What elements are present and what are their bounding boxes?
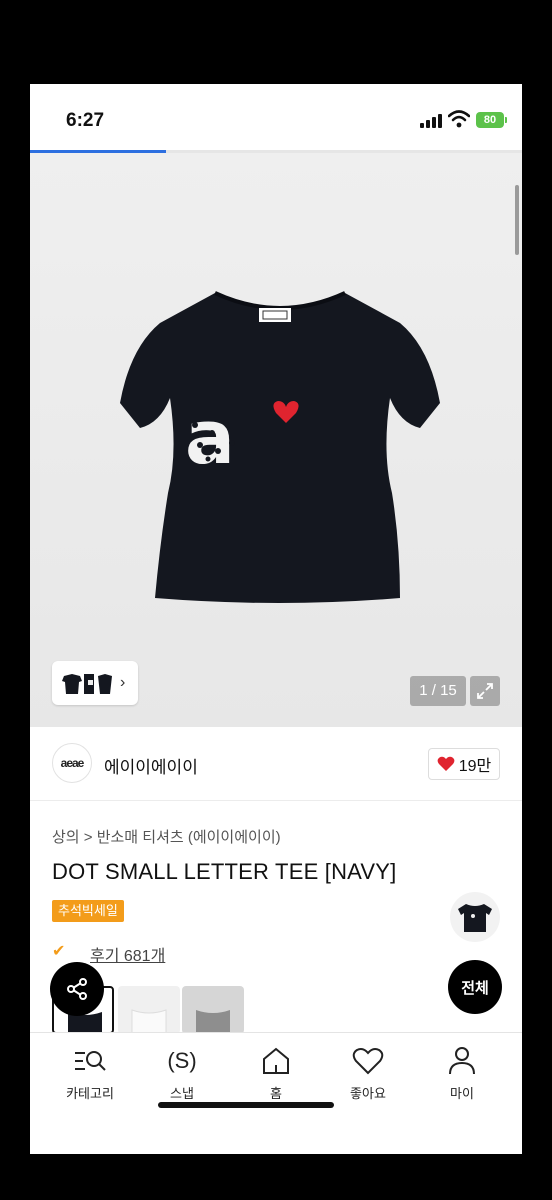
brand-like-count: 19만 <box>458 758 492 775</box>
nav-category[interactable]: 카테고리 <box>50 1045 130 1102</box>
view-all-button[interactable]: 전체 <box>448 960 502 1014</box>
nav-my-label: 마이 <box>450 1086 474 1101</box>
nav-likes[interactable]: 좋아요 <box>328 1045 408 1102</box>
bottom-nav: 카테고리 (S) 스냅 홈 좋아요 마이 <box>30 1032 522 1154</box>
thumbnail-chevron-icon: › <box>120 674 126 691</box>
heart-outline-icon <box>352 1048 384 1075</box>
battery-tip <box>505 117 507 123</box>
color-option-white[interactable] <box>118 986 180 1034</box>
home-indicator[interactable] <box>158 1102 334 1108</box>
side-product-thumbnail[interactable] <box>450 892 500 942</box>
nav-category-label: 카테고리 <box>66 1086 114 1101</box>
mini-tee-icon <box>458 904 492 932</box>
nav-likes-label: 좋아요 <box>350 1086 386 1101</box>
signal-icon <box>420 114 442 128</box>
person-icon <box>449 1047 475 1075</box>
brand-row[interactable]: aeae 에이이에이이 19만 <box>30 727 522 801</box>
color-option-gray[interactable] <box>182 986 244 1034</box>
nav-home[interactable]: 홈 <box>236 1045 316 1102</box>
wifi-icon <box>448 110 470 128</box>
status-bar: 6:27 80 <box>30 84 522 150</box>
product-title: DOT SMALL LETTER TEE [NAVY] <box>52 859 397 884</box>
share-icon <box>67 978 87 1000</box>
nav-snap[interactable]: (S) 스냅 <box>142 1045 222 1102</box>
product-image-gallery[interactable]: a › 1 / 15 <box>30 153 522 727</box>
nav-snap-label: 스냅 <box>170 1086 194 1101</box>
review-link[interactable]: 후기 681개 <box>90 942 165 966</box>
status-time: 6:27 <box>66 110 105 131</box>
sale-badge: 추석빅세일 <box>52 900 124 922</box>
thumbnail-images <box>62 674 112 694</box>
scrollbar[interactable] <box>515 185 519 255</box>
nav-my[interactable]: 마이 <box>422 1045 502 1102</box>
brand-logo[interactable]: aeae <box>52 743 92 783</box>
expand-icon[interactable] <box>470 676 500 706</box>
heart-icon <box>437 756 455 771</box>
image-counter: 1 / 15 <box>410 676 466 706</box>
share-button[interactable] <box>50 962 104 1016</box>
phone-screen: 6:27 80 a › 1 / 15 aeae 에이이에이이 19만 상의 > … <box>30 84 522 1154</box>
snap-icon: (S) <box>167 1048 197 1073</box>
home-icon <box>263 1047 289 1074</box>
svg-text:a: a <box>185 395 235 481</box>
breadcrumb[interactable]: 상의 > 반소매 티셔츠 (에이이에이이) <box>52 826 281 847</box>
brand-like-button[interactable]: 19만 <box>428 748 500 780</box>
nav-home-label: 홈 <box>270 1086 282 1101</box>
thumbnail-strip[interactable]: › <box>52 661 138 705</box>
category-search-icon <box>75 1051 106 1071</box>
brand-name[interactable]: 에이이에이이 <box>104 753 198 778</box>
battery-indicator: 80 <box>476 112 504 128</box>
product-image-tee[interactable]: a <box>100 253 460 613</box>
rating-star-icon: ✔ <box>52 943 66 960</box>
